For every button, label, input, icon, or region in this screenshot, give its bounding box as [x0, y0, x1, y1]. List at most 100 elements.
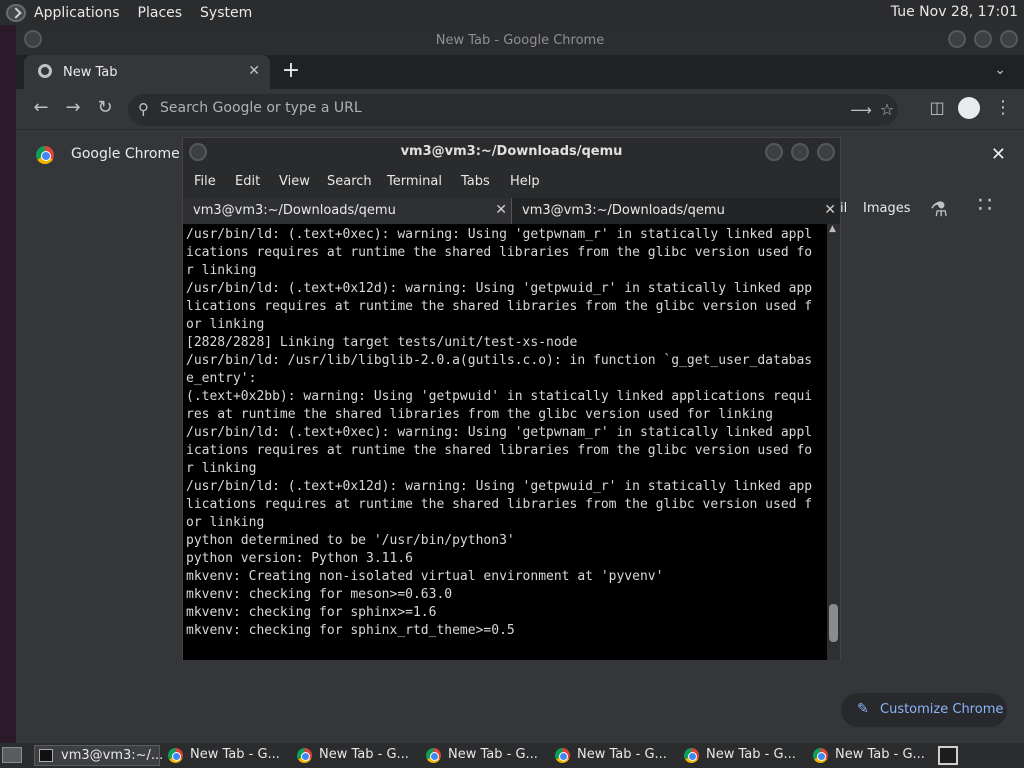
taskbar-item-label: New Tab - G... — [319, 747, 409, 762]
tab-search-chevron-icon[interactable]: ⌄ — [994, 62, 1006, 78]
chrome-icon — [813, 748, 828, 763]
terminal-line: python determined to be '/usr/bin/python… — [186, 533, 515, 548]
applications-menu[interactable]: Applications — [34, 5, 120, 21]
images-link[interactable]: Images — [863, 201, 911, 216]
customize-chrome-button[interactable]: ✎ Customize Chrome — [841, 693, 1007, 727]
terminal-output[interactable]: /usr/bin/ld: (.text+0xec): warning: Usin… — [183, 224, 840, 660]
terminal-text: /usr/bin/ld: (.text+0xec): warning: Usin… — [186, 226, 826, 640]
apps-grid-icon[interactable]: ∷ — [978, 193, 992, 218]
terminal-line: (.text+0x2bb): warning: Using 'getpwuid'… — [186, 389, 813, 404]
terminal-maximize-icon[interactable] — [791, 143, 809, 161]
terminal-tab-1-close-icon[interactable]: ✕ — [495, 202, 507, 218]
back-arrow-icon[interactable]: ← — [30, 98, 52, 118]
terminal-close-icon[interactable] — [817, 143, 835, 161]
taskbar-item-chrome[interactable]: New Tab - G... — [551, 745, 677, 766]
chrome-icon — [555, 748, 570, 763]
pencil-icon: ✎ — [857, 701, 869, 717]
terminal-icon — [39, 749, 53, 762]
terminal-titlebar[interactable]: vm3@vm3:~/Downloads/qemu — [183, 138, 840, 166]
profile-avatar-icon[interactable] — [958, 97, 980, 119]
taskbar-item-label: vm3@vm3:~/... — [61, 748, 164, 763]
taskbar-item-chrome[interactable]: New Tab - G... — [422, 745, 548, 766]
taskbar-item-chrome[interactable]: New Tab - G... — [809, 745, 935, 766]
system-menu[interactable]: System — [200, 5, 252, 21]
workspace-switcher-icon[interactable] — [938, 746, 958, 765]
terminal-tab-1[interactable]: vm3@vm3:~/Downloads/qemu ✕ — [183, 198, 512, 224]
terminal-scrollbar[interactable]: ▲ — [827, 224, 840, 660]
menu-edit[interactable]: Edit — [235, 174, 260, 189]
tab-new-tab[interactable]: New Tab ✕ — [24, 55, 270, 89]
chrome-icon — [426, 748, 441, 763]
bookmark-star-icon[interactable]: ☆ — [876, 100, 898, 120]
close-window-icon[interactable] — [1000, 30, 1018, 48]
taskbar-item-chrome[interactable]: New Tab - G... — [164, 745, 290, 766]
terminal-line: mkvenv: checking for sphinx>=1.6 — [186, 605, 437, 620]
chrome-window-title: New Tab - Google Chrome — [435, 33, 605, 48]
taskbar-item-label: New Tab - G... — [835, 747, 925, 762]
scrollbar-thumb[interactable] — [829, 604, 838, 642]
taskbar-item-chrome[interactable]: New Tab - G... — [680, 745, 806, 766]
more-menu-icon[interactable]: ⋮ — [992, 98, 1014, 118]
terminal-line: /usr/bin/ld: (.text+0x12d): warning: Usi… — [186, 281, 813, 296]
terminal-minimize-icon[interactable] — [765, 143, 783, 161]
desktop-background — [0, 25, 16, 743]
terminal-line: e_entry': — [186, 371, 257, 386]
gmail-link[interactable]: il — [840, 201, 847, 216]
forward-arrow-icon[interactable]: → — [62, 98, 84, 118]
menu-terminal[interactable]: Terminal — [387, 174, 442, 189]
chrome-icon — [168, 748, 183, 763]
menu-search[interactable]: Search — [327, 174, 372, 189]
terminal-line: or linking — [186, 317, 265, 332]
menu-file[interactable]: File — [194, 174, 216, 189]
taskbar-item-label: New Tab - G... — [448, 747, 538, 762]
terminal-line: res at runtime the shared libraries from… — [186, 407, 773, 422]
menu-view[interactable]: View — [279, 174, 310, 189]
terminal-menubar: File Edit View Search Terminal Tabs Help — [183, 166, 840, 198]
terminal-line: /usr/bin/ld: (.text+0xec): warning: Usin… — [186, 425, 813, 440]
taskbar-item-chrome[interactable]: New Tab - G... — [293, 745, 419, 766]
taskbar-item-terminal[interactable]: vm3@vm3:~/... — [34, 745, 164, 766]
terminal-tab-2[interactable]: vm3@vm3:~/Downloads/qemu ✕ — [512, 198, 840, 224]
terminal-line: r linking — [186, 461, 257, 476]
chrome-icon — [297, 748, 312, 763]
new-tab-button[interactable]: + — [280, 59, 302, 83]
terminal-tab-2-close-icon[interactable]: ✕ — [824, 202, 836, 218]
address-input[interactable] — [160, 100, 760, 116]
maximize-icon[interactable] — [974, 30, 992, 48]
terminal-line: mkvenv: checking for sphinx_rtd_theme>=0… — [186, 623, 515, 638]
terminal-line: /usr/bin/ld: /usr/lib/libglib-2.0.a(guti… — [186, 353, 813, 368]
side-panel-icon[interactable]: ◫ — [926, 98, 948, 118]
terminal-line: lications requires at runtime the shared… — [186, 497, 813, 512]
terminal-line: mkvenv: checking for meson>=0.63.0 — [186, 587, 453, 602]
terminal-line: lications requires at runtime the shared… — [186, 299, 813, 314]
chrome-toolbar: ← → ↻ ⚲ ⟶ ☆ ◫ ⋮ — [16, 89, 1024, 129]
chrome-logo-icon — [36, 146, 54, 164]
terminal-line: /usr/bin/ld: (.text+0x12d): warning: Usi… — [186, 479, 813, 494]
tab-close-icon[interactable]: ✕ — [248, 63, 260, 79]
tab-strip: New Tab ✕ + ⌄ — [16, 55, 1024, 89]
chrome-titlebar[interactable]: New Tab - Google Chrome — [16, 25, 1024, 55]
labs-flask-icon[interactable]: ⚗ — [930, 197, 948, 221]
places-menu[interactable]: Places — [138, 5, 183, 21]
terminal-window: vm3@vm3:~/Downloads/qemu File Edit View … — [182, 137, 841, 660]
menu-tabs[interactable]: Tabs — [461, 174, 490, 189]
infobar-close-icon[interactable]: ✕ — [991, 144, 1006, 165]
infobar-text: Google Chrome is — [71, 146, 196, 162]
taskbar-item-label: New Tab - G... — [577, 747, 667, 762]
minimize-icon[interactable] — [948, 30, 966, 48]
panel-clock[interactable]: Tue Nov 28, 17:01 — [891, 4, 1018, 20]
omnibox[interactable]: ⚲ ⟶ ☆ — [128, 94, 898, 126]
share-icon[interactable]: ⟶ — [850, 100, 872, 120]
show-desktop-icon[interactable] — [2, 747, 22, 763]
terminal-line: or linking — [186, 515, 265, 530]
taskbar: vm3@vm3:~/... New Tab - G... New Tab - G… — [0, 743, 1024, 768]
terminal-tab-bar: vm3@vm3:~/Downloads/qemu ✕ vm3@vm3:~/Dow… — [183, 198, 840, 224]
customize-chrome-label: Customize Chrome — [880, 702, 1004, 717]
menu-help[interactable]: Help — [510, 174, 540, 189]
terminal-line: /usr/bin/ld: (.text+0xec): warning: Usin… — [186, 227, 813, 242]
reload-icon[interactable]: ↻ — [94, 98, 116, 118]
chrome-icon — [684, 748, 699, 763]
search-icon: ⚲ — [138, 100, 149, 118]
scroll-up-arrow-icon[interactable]: ▲ — [829, 224, 836, 234]
distro-logo-icon[interactable] — [6, 3, 26, 22]
